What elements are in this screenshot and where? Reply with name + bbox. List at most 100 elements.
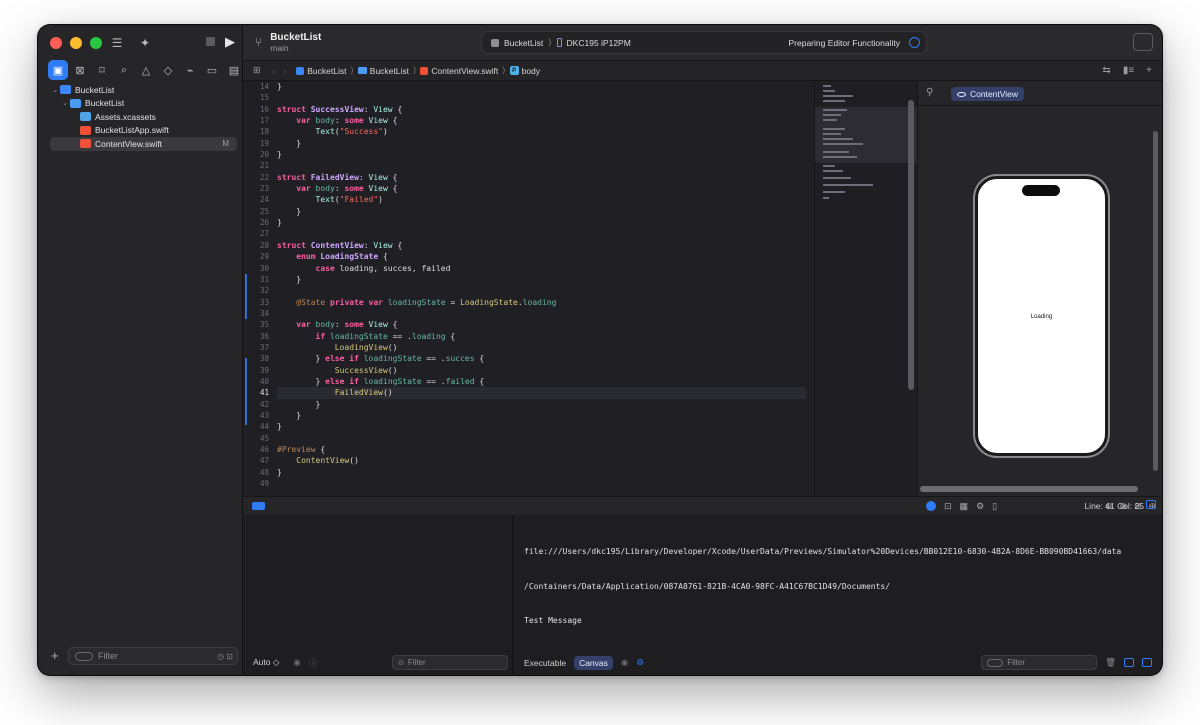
code-line[interactable]: } [277, 217, 806, 228]
tree-item-folder[interactable]: ⌄ BucketList [38, 97, 243, 111]
line-number[interactable]: 20 [243, 149, 271, 160]
source-control-navigator-icon[interactable]: ⊠ [70, 60, 90, 80]
line-number[interactable]: 29 [243, 251, 271, 262]
line-number[interactable]: 18 [243, 126, 271, 137]
code-line[interactable]: } else if loadingState == .failed { [277, 376, 806, 387]
toggle-navigator-icon[interactable]: ☰ [106, 33, 128, 53]
editor-scrollbar[interactable] [908, 100, 914, 390]
line-number[interactable]: 37 [243, 342, 271, 353]
line-number[interactable]: 16 [243, 104, 271, 115]
line-number[interactable]: 28 [243, 240, 271, 251]
code-line[interactable]: #Preview { [277, 444, 806, 455]
line-number[interactable]: 30 [243, 263, 271, 274]
tree-item-app-file[interactable]: BucketListApp.swift [38, 124, 243, 138]
line-number[interactable]: 34 [243, 308, 271, 319]
swap-icon[interactable]: ⇆ [1102, 65, 1110, 76]
adjust-editor-icon[interactable]: ▮≡ [1123, 65, 1134, 76]
navigator-filter-field[interactable]: Filter ◷ ⊡ [68, 647, 238, 665]
code-line[interactable]: FailedView() [277, 387, 806, 399]
code-line[interactable] [277, 433, 806, 444]
related-items-icon[interactable]: ⊞ [253, 65, 261, 76]
code-line[interactable] [277, 160, 806, 171]
canvas-filter-button[interactable]: Canvas [574, 655, 613, 670]
line-number[interactable]: 32 [243, 285, 271, 296]
line-number[interactable]: 35 [243, 319, 271, 330]
code-line[interactable]: case loading, succes, failed [277, 263, 806, 274]
back-icon[interactable]: ‹ [273, 66, 276, 76]
scheme-selector[interactable]: BucketList [504, 38, 543, 48]
line-number[interactable]: 33 [243, 297, 271, 308]
line-number[interactable]: 39 [243, 365, 271, 376]
code-line[interactable]: struct SuccessView: View { [277, 104, 806, 115]
code-line[interactable] [277, 92, 806, 103]
close-window-button[interactable] [50, 37, 62, 49]
code-line[interactable]: enum LoadingState { [277, 251, 806, 262]
code-line[interactable]: var body: some View { [277, 183, 806, 194]
line-number[interactable]: 15 [243, 92, 271, 103]
breadcrumb-project[interactable]: BucketList [296, 66, 346, 76]
code-line[interactable]: } [277, 81, 806, 92]
line-number[interactable]: 19 [243, 138, 271, 149]
forward-icon[interactable]: › [283, 66, 286, 76]
info-icon[interactable]: ⓘ [309, 657, 318, 669]
settings-icon[interactable]: ⚙ [636, 657, 644, 668]
breadcrumb-folder[interactable]: BucketList [357, 66, 409, 76]
code-line[interactable]: ContentView() [277, 455, 806, 466]
minimize-window-button[interactable] [70, 37, 82, 49]
code-text[interactable]: } struct SuccessView: View { var body: s… [277, 81, 806, 489]
selectable-mode-icon[interactable]: ⊡ [944, 501, 952, 512]
console-view[interactable]: file:///Users/dkc195/Library/Developer/X… [514, 515, 1162, 675]
code-line[interactable]: } [277, 421, 806, 432]
line-number[interactable]: 23 [243, 183, 271, 194]
code-line[interactable]: } [277, 149, 806, 160]
code-line[interactable]: var body: some View { [277, 115, 806, 126]
tree-item-contentview-file[interactable]: ContentView.swift M [50, 137, 237, 151]
sparkle-icon[interactable]: ✦ [134, 33, 156, 53]
trash-icon[interactable]: 🗑 [1105, 657, 1116, 668]
add-file-button[interactable]: + [51, 648, 59, 663]
code-line[interactable]: } else if loadingState == .succes { [277, 353, 806, 364]
issue-navigator-icon[interactable]: △ [136, 60, 156, 80]
bookmark-navigator-icon[interactable]: ⌑ [92, 60, 112, 80]
code-line[interactable]: } [277, 467, 806, 478]
line-number[interactable]: 38 [243, 353, 271, 364]
run-icon[interactable]: ▶ [225, 34, 235, 50]
live-preview-icon[interactable] [926, 501, 936, 511]
line-number[interactable]: 21 [243, 160, 271, 171]
breadcrumb-file[interactable]: ContentView.swift [420, 66, 498, 76]
code-line[interactable]: struct FailedView: View { [277, 172, 806, 183]
preview-tab[interactable]: ContentView [951, 87, 1025, 101]
project-navigator-icon[interactable]: ▣ [48, 60, 68, 80]
line-number[interactable]: 42 [243, 399, 271, 410]
show-console-icon[interactable] [1142, 658, 1152, 667]
code-line[interactable]: } [277, 399, 806, 410]
device-selector[interactable]: DKC195 iP12PM [567, 38, 631, 48]
line-number[interactable]: 25 [243, 206, 271, 217]
debug-navigator-icon[interactable]: ⌁ [180, 60, 200, 80]
code-line[interactable]: } [277, 410, 806, 421]
stop-icon[interactable] [206, 37, 215, 46]
console-filter-field[interactable]: Filter [981, 655, 1098, 670]
test-navigator-icon[interactable]: ◇ [158, 60, 178, 80]
line-number[interactable]: 24 [243, 194, 271, 205]
device-settings-icon[interactable]: ⚙ [976, 501, 984, 512]
code-line[interactable] [277, 228, 806, 239]
code-line[interactable] [277, 285, 806, 296]
line-number[interactable]: 17 [243, 115, 271, 126]
variables-filter-field[interactable]: ⊙ Filter [392, 655, 508, 670]
code-line[interactable]: SuccessView() [277, 365, 806, 376]
canvas-horizontal-scrollbar[interactable] [920, 486, 1138, 492]
line-number[interactable]: 45 [243, 433, 271, 444]
source-editor[interactable]: 14 15 16 17 18 19 20 21 22 23 24 25 26 27 28 29 30 31 32 33… [243, 81, 814, 496]
minimap[interactable] [814, 81, 918, 496]
code-line[interactable]: } [277, 274, 806, 285]
breakpoint-navigator-icon[interactable]: ▭ [202, 60, 222, 80]
breadcrumb-symbol[interactable]: P body [509, 66, 540, 76]
variants-icon[interactable]: ▦ [960, 501, 969, 512]
code-line[interactable] [277, 308, 806, 319]
canvas-vertical-scrollbar[interactable] [1153, 131, 1158, 471]
line-number[interactable]: 22 [243, 172, 271, 183]
line-number[interactable]: 14 [243, 81, 271, 92]
recent-files-icon[interactable]: ◷ ⊡ [217, 652, 233, 661]
zoom-window-button[interactable] [90, 37, 102, 49]
